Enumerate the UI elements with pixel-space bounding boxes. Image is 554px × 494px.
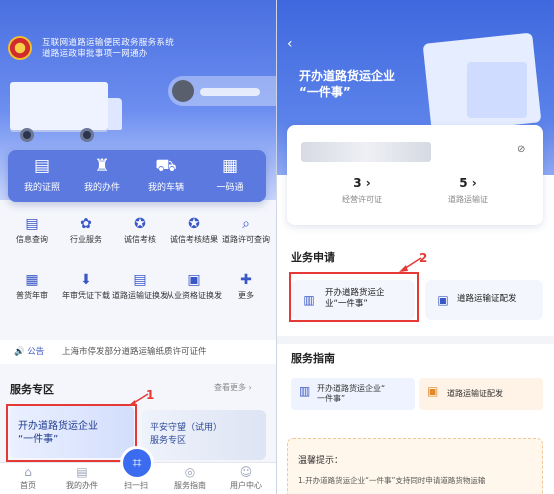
enterprise-info-card bbox=[287, 125, 543, 225]
quick-action-label: 一码通 bbox=[216, 183, 244, 193]
compass-icon: ◎ bbox=[184, 465, 196, 479]
tab-3[interactable]: ◎ 服务指南 bbox=[170, 466, 210, 491]
grid-item-6[interactable]: ⬇ 年审凭证下载 bbox=[58, 272, 114, 301]
grid-item-label: 更多 bbox=[238, 291, 254, 300]
guide-transport-license[interactable]: ▣ 道路运输证配发 bbox=[419, 378, 543, 410]
truck-illustration bbox=[0, 80, 122, 150]
grid-item-4[interactable]: ⌕ 道路许可查询 bbox=[218, 216, 274, 245]
tab-2[interactable]: ⌗扫一扫 bbox=[116, 466, 156, 491]
right-screen: ‹ 开办道路货运企业 “一件事” ⊘ 3 › 经营许可证 5 › 道路运输证 业… bbox=[277, 0, 554, 494]
tab-label: 用户中心 bbox=[230, 481, 262, 490]
plus-circle-icon: ✚ bbox=[240, 272, 252, 288]
tab-0[interactable]: ⌂ 首页 bbox=[8, 466, 48, 491]
calendar-icon: ▦ bbox=[25, 272, 39, 288]
business-apply-title: 业务申请 bbox=[291, 251, 335, 264]
grid-item-label: 年审凭证下载 bbox=[62, 291, 110, 300]
tab-label: 扫一扫 bbox=[124, 481, 148, 490]
enterprise-name-blurred bbox=[301, 142, 431, 162]
document-illustration-inner bbox=[467, 62, 527, 118]
grid-item-label: 普货年审 bbox=[16, 291, 48, 300]
permit-search-icon: ⌕ bbox=[242, 216, 250, 232]
grid-item-label: 道路运输证换发 bbox=[112, 291, 168, 300]
user-icon: ☺ bbox=[239, 465, 253, 479]
document-search-icon: ▤ bbox=[25, 216, 39, 232]
building-icon: ▥ bbox=[299, 384, 311, 398]
tip-box: 温馨提示： 1.开办道路货运企业“一件事”支持同时申请道路货物运输 bbox=[287, 438, 543, 494]
page-title: 开办道路货运企业 “一件事” bbox=[299, 69, 396, 99]
grid-item-0[interactable]: ▤ 信息查询 bbox=[4, 216, 60, 245]
service-card-safety-watch[interactable]: 平安守望（试用） 服务专区 bbox=[142, 410, 266, 460]
tab-label: 首页 bbox=[20, 481, 36, 490]
quick-action-label: 我的证照 bbox=[23, 183, 60, 193]
id-card-icon: ▤ bbox=[33, 156, 51, 176]
annotation-arrow-2 bbox=[399, 257, 422, 272]
grid-item-8[interactable]: ▣ 从业资格证换发 bbox=[166, 272, 222, 301]
grid-item-9[interactable]: ✚ 更多 bbox=[218, 272, 274, 301]
avatar[interactable] bbox=[172, 80, 194, 102]
stat-business-license[interactable]: 3 › 经营许可证 bbox=[317, 176, 407, 205]
quick-action-0[interactable]: ▤ 我的证照 bbox=[12, 156, 72, 193]
view-more-link[interactable]: 查看更多 › bbox=[214, 382, 252, 393]
grid-item-5[interactable]: ▦ 普货年审 bbox=[4, 272, 60, 301]
medal-result-icon: ✪ bbox=[188, 216, 200, 232]
tab-label: 我的办件 bbox=[66, 481, 98, 490]
tab-1[interactable]: ▤ 我的办件 bbox=[62, 466, 102, 491]
quick-action-1[interactable]: ♜ 我的办件 bbox=[72, 156, 132, 193]
download-icon: ⬇ bbox=[80, 272, 92, 288]
grid-item-label: 从业资格证换发 bbox=[166, 291, 222, 300]
apply-transport-license-button[interactable]: ▣ 道路运输证配发 bbox=[425, 280, 543, 320]
stamp-icon: ♜ bbox=[94, 156, 110, 176]
truck-icon: ⛟ bbox=[155, 156, 177, 176]
notice-bar[interactable]: 🔊 公告 上海市停发部分道路运输纸质许可证件 bbox=[0, 340, 276, 364]
quick-action-label: 我的办件 bbox=[83, 183, 120, 193]
national-emblem-icon bbox=[8, 36, 32, 60]
certificate-icon: ▣ bbox=[437, 293, 449, 307]
grid-item-3[interactable]: ✪ 诚信考核结果 bbox=[166, 216, 222, 245]
grid-item-label: 信息查询 bbox=[16, 235, 48, 244]
left-screen: 互联网道路运输便民政务服务系统 道路运政审批事项一网通办 🔊 公告 上海市停发部… bbox=[0, 0, 277, 494]
service-zone-title: 服务专区 bbox=[10, 383, 54, 396]
system-title: 互联网道路运输便民政务服务系统 道路运政审批事项一网通办 bbox=[42, 38, 175, 59]
certificate-icon: ▣ bbox=[427, 384, 439, 398]
grid-item-label: 诚信考核结果 bbox=[170, 235, 218, 244]
quick-action-3[interactable]: ▦ 一码通 bbox=[200, 156, 260, 193]
stat-transport-license[interactable]: 5 › 道路运输证 bbox=[423, 176, 513, 205]
notice-tag: 🔊 公告 bbox=[14, 347, 45, 357]
quick-action-2[interactable]: ⛟ 我的车辆 bbox=[136, 156, 196, 193]
annotation-box-2 bbox=[289, 272, 419, 322]
notice-text[interactable]: 上海市停发部分道路运输纸质许可证件 bbox=[62, 340, 207, 364]
qr-code-icon: ▦ bbox=[221, 156, 239, 176]
back-icon[interactable]: ‹ bbox=[287, 36, 293, 52]
grid-item-label: 诚信考核 bbox=[124, 235, 156, 244]
home-icon: ⌂ bbox=[24, 465, 32, 479]
certificate-icon: ▣ bbox=[187, 272, 201, 288]
annotation-arrow-1 bbox=[128, 393, 149, 406]
grid-item-2[interactable]: ✪ 诚信考核 bbox=[112, 216, 168, 245]
grid-item-7[interactable]: ▤ 道路运输证换发 bbox=[112, 272, 168, 301]
quick-action-label: 我的车辆 bbox=[147, 183, 184, 193]
tab-label: 服务指南 bbox=[174, 481, 206, 490]
medal-icon: ✪ bbox=[134, 216, 146, 232]
guide-freight-enterprise[interactable]: ▥ 开办道路货运企业“ 一件事” bbox=[291, 378, 415, 410]
eye-off-icon[interactable]: ⊘ bbox=[517, 144, 525, 155]
grid-item-1[interactable]: ✿ 行业服务 bbox=[58, 216, 114, 245]
service-guide-title: 服务指南 bbox=[291, 352, 335, 365]
section-divider bbox=[277, 336, 554, 344]
flower-icon: ✿ bbox=[80, 216, 92, 232]
grid-item-label: 道路许可查询 bbox=[222, 235, 270, 244]
tab-4[interactable]: ☺ 用户中心 bbox=[226, 466, 266, 491]
grid-item-label: 行业服务 bbox=[70, 235, 102, 244]
annotation-box-1 bbox=[6, 404, 137, 462]
document-icon: ▤ bbox=[76, 465, 88, 479]
id-card-icon: ▤ bbox=[133, 272, 147, 288]
user-name-blurred bbox=[200, 88, 260, 96]
